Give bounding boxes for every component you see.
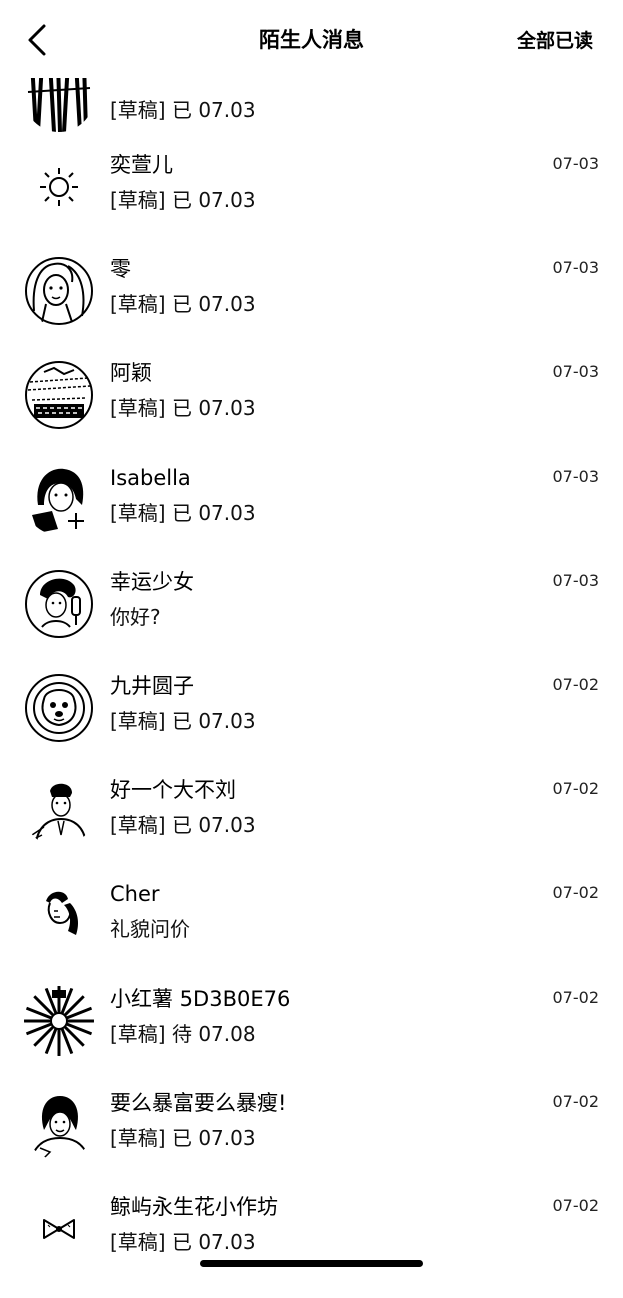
chevron-left-icon bbox=[28, 24, 46, 56]
avatar bbox=[24, 986, 94, 1056]
message-preview: [草稿] 已 07.03 bbox=[110, 188, 256, 212]
avatar bbox=[24, 777, 94, 847]
message-time: 07-02 bbox=[552, 1196, 600, 1215]
message-preview: [草稿] 待 07.08 bbox=[110, 1022, 256, 1046]
avatar bbox=[24, 256, 94, 326]
contact-name: 好一个大不刘 bbox=[110, 778, 236, 802]
message-preview: [草稿] 已 07.03 bbox=[110, 98, 256, 122]
conversation-row[interactable]: 好一个大不刘 [草稿] 已 07.03 07-02 bbox=[0, 777, 623, 881]
avatar bbox=[24, 360, 94, 430]
contact-name: 小红薯 5D3B0E76 bbox=[110, 987, 291, 1011]
conversation-row[interactable]: 阿颖 [草稿] 已 07.03 07-03 bbox=[0, 360, 623, 464]
conversation-row[interactable]: Isabella [草稿] 已 07.03 07-03 bbox=[0, 465, 623, 569]
contact-name: Cher bbox=[110, 882, 160, 906]
back-button[interactable] bbox=[22, 22, 56, 58]
avatar bbox=[24, 881, 94, 951]
message-time: 07-03 bbox=[552, 571, 600, 590]
message-preview: [草稿] 已 07.03 bbox=[110, 292, 256, 316]
message-time: 07-03 bbox=[552, 362, 600, 381]
conversation-row[interactable]: 零 [草稿] 已 07.03 07-03 bbox=[0, 256, 623, 360]
home-indicator bbox=[200, 1260, 423, 1267]
contact-name: 阿颖 bbox=[110, 361, 152, 385]
conversation-row[interactable]: 要么暴富要么暴瘦! [草稿] 已 07.03 07-02 bbox=[0, 1090, 623, 1194]
navigation-bar: 陌生人消息 全部已读 bbox=[0, 0, 623, 78]
avatar bbox=[24, 569, 94, 639]
bow-icon bbox=[24, 1194, 94, 1264]
conversation-row[interactable]: 鲸屿永生花小作坊 [草稿] 已 07.03 07-02 bbox=[0, 1194, 623, 1298]
message-time: 07-02 bbox=[552, 883, 600, 902]
contact-name: 鲸屿永生花小作坊 bbox=[110, 1195, 278, 1219]
message-time: 07-02 bbox=[552, 988, 600, 1007]
avatar bbox=[24, 465, 94, 535]
avatar bbox=[24, 673, 94, 743]
message-time: 07-02 bbox=[552, 779, 600, 798]
message-preview: [草稿] 已 07.03 bbox=[110, 501, 256, 525]
sun-icon bbox=[24, 152, 94, 222]
message-time: 07-03 bbox=[552, 258, 600, 277]
contact-name: 幸运少女 bbox=[110, 570, 194, 594]
message-preview: 礼貌问价 bbox=[110, 917, 190, 941]
message-preview: [草稿] 已 07.03 bbox=[110, 1230, 256, 1254]
contact-name: 九井圆子 bbox=[110, 674, 194, 698]
message-preview: [草稿] 已 07.03 bbox=[110, 813, 256, 837]
message-preview: [草稿] 已 07.03 bbox=[110, 709, 256, 733]
contact-name: 奕萱儿 bbox=[110, 153, 173, 177]
conversation-row[interactable]: 小红薯 5D3B0E76 [草稿] 待 07.08 07-02 bbox=[0, 986, 623, 1090]
message-preview: [草稿] 已 07.03 bbox=[110, 396, 256, 420]
message-time: 07-02 bbox=[552, 675, 600, 694]
message-preview: [草稿] 已 07.03 bbox=[110, 1126, 256, 1150]
contact-name: Isabella bbox=[110, 466, 191, 490]
message-time: 07-02 bbox=[552, 1092, 600, 1111]
message-time: 07-03 bbox=[552, 467, 600, 486]
conversation-row[interactable]: 奕萱儿 [草稿] 已 07.03 07-03 bbox=[0, 152, 623, 256]
message-preview: 你好? bbox=[110, 605, 161, 629]
message-time: 07-03 bbox=[552, 154, 600, 173]
contact-name: 要么暴富要么暴瘦! bbox=[110, 1091, 287, 1115]
contact-name: 零 bbox=[110, 257, 131, 281]
conversation-row[interactable]: Cher 礼貌问价 07-02 bbox=[0, 881, 623, 985]
conversation-row[interactable]: 九井圆子 [草稿] 已 07.03 07-02 bbox=[0, 673, 623, 777]
avatar bbox=[24, 1090, 94, 1160]
conversation-row[interactable]: 幸运少女 你好? 07-03 bbox=[0, 569, 623, 673]
mark-all-read-button[interactable]: 全部已读 bbox=[517, 26, 593, 53]
